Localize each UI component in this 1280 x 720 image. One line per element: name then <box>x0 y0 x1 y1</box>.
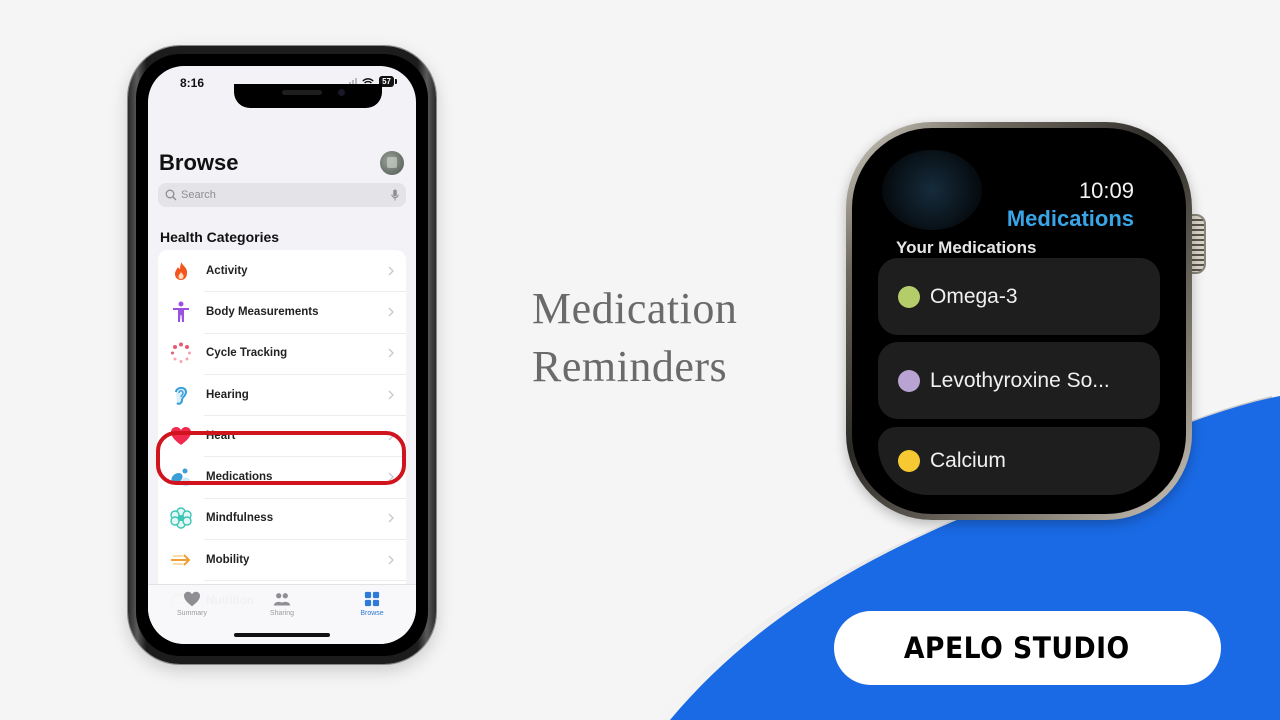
chevron-right-icon <box>388 348 394 358</box>
category-activity[interactable]: Activity <box>158 250 406 291</box>
status-time: 8:16 <box>180 76 205 90</box>
profile-avatar[interactable] <box>380 151 404 175</box>
chevron-right-icon <box>388 390 394 399</box>
medication-name: Levothyroxine So... <box>930 368 1110 392</box>
health-app-screen: 8:16 57 Browse Health Categories Activit… <box>148 66 416 644</box>
medication-name: Omega-3 <box>930 284 1018 308</box>
category-heart[interactable]: Heart <box>158 415 406 456</box>
category-mobility[interactable]: Mobility <box>158 539 406 580</box>
ear-icon <box>170 384 192 406</box>
search-bar[interactable] <box>158 183 406 207</box>
category-medications[interactable]: Medications <box>158 456 406 497</box>
chevron-right-icon <box>388 513 394 523</box>
chevron-right-icon <box>388 555 394 565</box>
medication-card[interactable]: Omega-3 <box>878 258 1160 335</box>
tab-label: Sharing <box>269 610 295 617</box>
headline-line-1: Medication <box>532 284 738 333</box>
screen-glow <box>882 150 982 230</box>
headline-line-2: Reminders <box>532 342 728 391</box>
category-label: Body Measurements <box>206 305 319 318</box>
medication-color-dot <box>898 369 920 392</box>
mobility-arrows-icon <box>170 549 192 571</box>
search-input[interactable] <box>181 189 391 201</box>
headline: Medication Reminders <box>532 280 812 396</box>
watch-time: 10:09 <box>1078 178 1134 203</box>
grid-icon <box>364 591 380 607</box>
category-body-measurements[interactable]: Body Measurements <box>158 291 406 332</box>
apple-watch-mockup: 10:09 Medications Your Medications Omega… <box>846 122 1192 520</box>
chevron-right-icon <box>388 307 394 317</box>
watch-app-title[interactable]: Medications <box>1007 206 1134 232</box>
category-label: Heart <box>206 429 236 442</box>
home-indicator[interactable] <box>234 633 330 637</box>
tab-sharing[interactable]: Sharing <box>252 591 312 617</box>
category-hearing[interactable]: Hearing <box>158 373 406 415</box>
tab-label: Summary <box>177 610 207 617</box>
heart-icon <box>184 591 200 607</box>
iphone-mockup: 8:16 57 Browse Health Categories Activit… <box>128 46 436 664</box>
tab-summary[interactable]: Summary <box>162 591 222 617</box>
category-mindfulness[interactable]: Mindfulness <box>158 497 406 539</box>
page-title: Browse <box>159 150 239 175</box>
category-label: Hearing <box>206 388 249 401</box>
medication-color-dot <box>898 450 920 472</box>
speaker <box>282 90 322 95</box>
watch-screen: 10:09 Medications Your Medications Omega… <box>852 128 1186 514</box>
cycle-tracking-icon <box>170 342 192 364</box>
category-label: Cycle Tracking <box>206 347 288 360</box>
chevron-right-icon <box>388 472 394 482</box>
medication-name: Calcium <box>930 449 1006 472</box>
person-icon <box>170 301 192 323</box>
watch-section-title: Your Medications <box>896 238 1037 257</box>
flower-icon <box>170 507 192 530</box>
front-camera <box>338 89 345 96</box>
category-label: Mobility <box>206 553 250 566</box>
category-label: Mindfulness <box>206 512 274 525</box>
category-cycle-tracking[interactable]: Cycle Tracking <box>158 332 406 374</box>
category-label: Medications <box>206 471 273 484</box>
brand-badge: APELO STUDIO <box>834 611 1221 685</box>
phone-notch <box>234 84 382 108</box>
tab-label: Browse <box>360 610 384 617</box>
chevron-right-icon <box>388 266 394 276</box>
flame-icon <box>170 260 192 282</box>
chevron-right-icon <box>388 431 394 441</box>
medication-card[interactable]: Calcium <box>878 427 1160 495</box>
pills-icon <box>170 466 192 488</box>
medication-card[interactable]: Levothyroxine So... <box>878 342 1160 419</box>
mic-icon[interactable] <box>391 189 399 201</box>
section-title: Health Categories <box>160 229 280 245</box>
tab-browse[interactable]: Browse <box>342 591 402 617</box>
heart-icon <box>170 425 192 447</box>
search-icon <box>165 189 177 201</box>
category-label: Activity <box>206 264 248 277</box>
people-icon <box>273 593 291 606</box>
medication-color-dot <box>898 285 920 308</box>
tab-bar: Summary Sharing Browse <box>148 584 416 644</box>
brand-label: APELO STUDIO <box>903 631 1130 665</box>
health-categories-list: Activity Body Measurements Cycle Trackin… <box>158 250 406 622</box>
